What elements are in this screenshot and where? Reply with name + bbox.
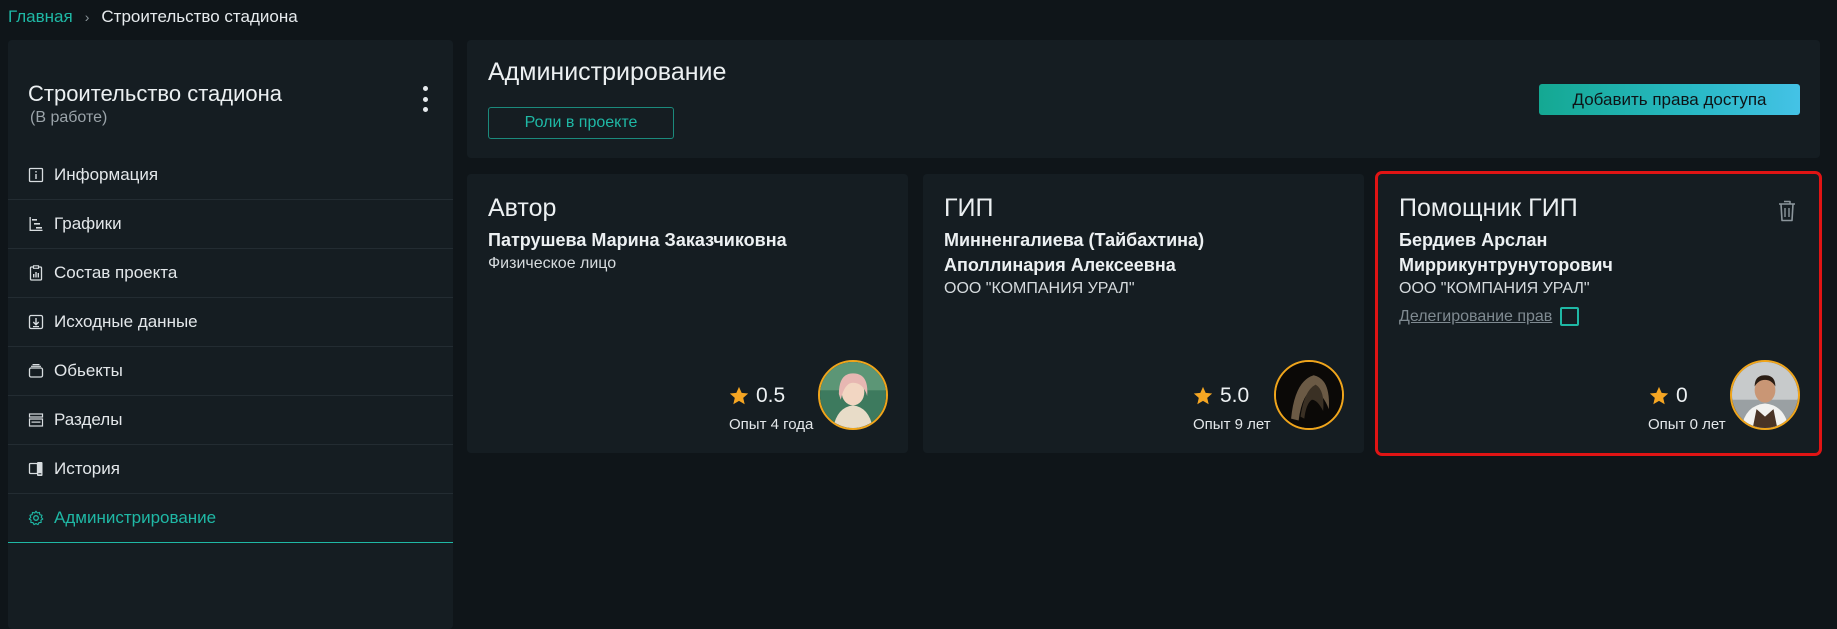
sidebar-item-label: Разделы	[54, 410, 123, 429]
sidebar-item-label: Графики	[54, 214, 122, 233]
add-access-rights-button[interactable]: Добавить права доступа	[1539, 84, 1800, 115]
card-rating-value: 0.5	[756, 384, 786, 407]
sidebar-item-sections[interactable]: Разделы	[8, 396, 453, 445]
sidebar-item-info[interactable]: Информация	[8, 151, 453, 200]
sidebar-item-source-data[interactable]: Исходные данные	[8, 298, 453, 347]
card-person-name: Патрушева Марина Заказчиковна	[488, 230, 787, 250]
sidebar-item-label: Администрирование	[54, 508, 217, 527]
star-icon	[1193, 386, 1213, 405]
project-status: (В работе)	[30, 109, 108, 126]
delegation-checkbox[interactable]	[1560, 307, 1580, 326]
layers-icon	[28, 363, 44, 379]
star-icon	[729, 386, 749, 405]
sidebar-item-history[interactable]: История	[8, 445, 453, 494]
sidebar-item-charts[interactable]: Графики	[8, 200, 453, 249]
sidebar-item-label: Состав проекта	[54, 263, 178, 282]
breadcrumb-home-link[interactable]: Главная	[8, 7, 73, 27]
download-box-icon	[28, 314, 44, 330]
sidebar-item-label: Исходные данные	[54, 312, 198, 331]
card-rating-value: 0	[1676, 384, 1688, 407]
trash-icon[interactable]	[1777, 200, 1797, 222]
card-experience: Опыт 4 года	[729, 416, 814, 433]
sections-icon	[28, 412, 44, 428]
card-rating: 0	[1648, 384, 1688, 408]
card-role: ГИП	[944, 194, 994, 222]
sidebar-item-label: Обьекты	[54, 361, 123, 380]
sidebar-item-label: История	[54, 459, 120, 478]
project-title: Строительство стадиона	[28, 81, 283, 106]
participant-card: Автор Патрушева Марина Заказчиковна Физи…	[467, 174, 908, 453]
breadcrumb: Главная › Строительство стадиона	[8, 6, 298, 28]
sidebar-item-label: Информация	[54, 165, 159, 184]
clipboard-chart-icon	[28, 265, 44, 281]
avatar[interactable]	[818, 360, 888, 430]
sidebar-item-administration[interactable]: Администрирование	[8, 494, 453, 543]
card-person-name: Минненгалиева (Тайбахтина) Аполлинария А…	[944, 230, 1205, 275]
sidebar: Строительство стадиона (В работе) Информ…	[8, 40, 453, 629]
star-icon	[1649, 386, 1669, 405]
sidebar-item-objects[interactable]: Обьекты	[8, 347, 453, 396]
avatar[interactable]	[1730, 360, 1800, 430]
card-experience: Опыт 9 лет	[1193, 416, 1271, 433]
card-person-name: Бердиев Арслан Миррикунтрунуторович	[1399, 230, 1613, 275]
card-experience: Опыт 0 лет	[1648, 416, 1726, 433]
admin-header-panel: Администрирование Роли в проекте Добавит…	[467, 40, 1820, 158]
avatar[interactable]	[1274, 360, 1344, 430]
participant-card: ГИП Минненгалиева (Тайбахтина) Аполлинар…	[923, 174, 1364, 453]
card-rating: 0.5	[728, 384, 785, 408]
info-icon	[28, 167, 44, 183]
page-title: Администрирование	[488, 58, 727, 86]
card-organization: Физическое лицо	[488, 255, 617, 272]
breadcrumb-separator: ›	[84, 9, 90, 25]
delegation-rights-link[interactable]: Делегирование прав	[1399, 308, 1552, 326]
more-options-icon[interactable]	[413, 86, 437, 112]
history-devices-icon	[28, 461, 44, 477]
card-role: Автор	[488, 194, 557, 222]
card-role: Помощник ГИП	[1399, 194, 1578, 222]
sidebar-item-project-composition[interactable]: Состав проекта	[8, 249, 453, 298]
breadcrumb-current: Строительство стадиона	[101, 7, 298, 26]
card-organization: ООО "КОМПАНИЯ УРАЛ"	[944, 280, 1135, 297]
project-roles-button[interactable]: Роли в проекте	[488, 107, 674, 139]
participant-card-selected: Помощник ГИП Бердиев Арслан Миррикунтрун…	[1378, 174, 1819, 453]
gantt-chart-icon	[28, 216, 44, 232]
card-rating: 5.0	[1192, 384, 1249, 408]
card-rating-value: 5.0	[1220, 384, 1250, 407]
gear-icon	[28, 510, 44, 526]
delegation-rights[interactable]: Делегирование прав	[1399, 307, 1580, 326]
sidebar-menu: Информация Графики Состав проекта Исходн…	[8, 151, 453, 543]
card-organization: ООО "КОМПАНИЯ УРАЛ"	[1399, 280, 1590, 297]
